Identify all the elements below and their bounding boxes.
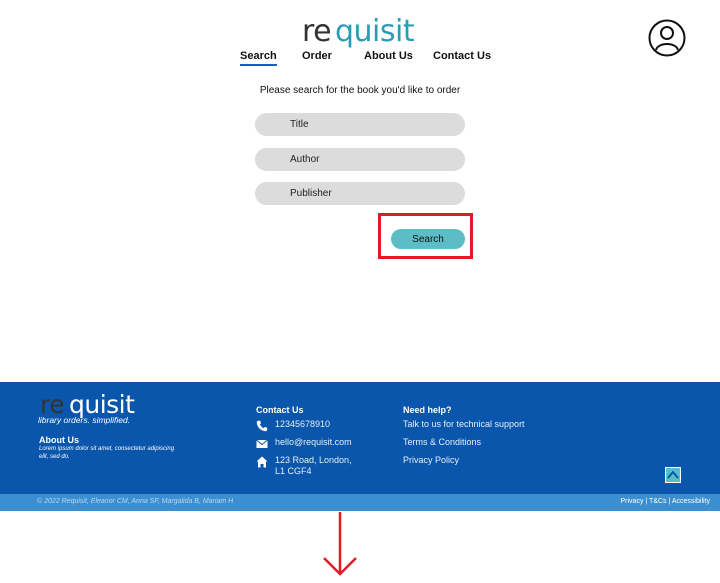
footer-contact-heading: Contact Us [256, 405, 304, 415]
logo-suffix: quisit [335, 14, 415, 49]
main-nav: Search Order About Us Contact Us [0, 50, 720, 70]
contact-phone[interactable]: 12345678910 [256, 419, 376, 432]
footer-bottom-bar: © 2022 Requisit, Eleanor CM, Anna SF, Ma… [0, 494, 720, 511]
address-line-2: L1 CGF4 [275, 466, 312, 476]
phone-icon [256, 420, 268, 432]
link-technical-support[interactable]: Talk to us for technical support [403, 419, 525, 429]
nav-about-us[interactable]: About Us [364, 50, 413, 62]
footer-tagline: library orders. simplified. [38, 415, 131, 425]
footer-help-heading: Need help? [403, 405, 452, 415]
logo-prefix: re [302, 14, 332, 49]
phone-number: 12345678910 [275, 419, 331, 429]
email-address: hello@requisit.com [275, 437, 352, 447]
legal-links: Privacy | T&Cs | Accessibility [621, 498, 711, 505]
legal-tcs-link[interactable]: T&Cs [649, 498, 667, 505]
search-prompt: Please search for the book you'd like to… [259, 85, 461, 96]
legal-privacy-link[interactable]: Privacy [621, 498, 644, 505]
requisit-logo[interactable]: re quisit [300, 12, 420, 49]
publisher-input[interactable] [255, 182, 465, 205]
link-terms-conditions[interactable]: Terms & Conditions [403, 437, 481, 447]
author-input[interactable] [255, 148, 465, 171]
scroll-down-arrow-icon [323, 512, 357, 576]
search-button[interactable]: Search [391, 229, 465, 249]
footer: re quisit library orders. simplified. Ab… [0, 382, 720, 494]
footer-logo[interactable]: re quisit [40, 390, 150, 419]
home-icon [256, 456, 268, 468]
nav-contact-us[interactable]: Contact Us [433, 50, 491, 62]
link-privacy-policy[interactable]: Privacy Policy [403, 455, 459, 465]
address-line-1: 123 Road, London, [275, 455, 352, 465]
contact-address: 123 Road, London, L1 CGF4 [256, 455, 376, 479]
copyright-text: © 2022 Requisit, Eleanor CM, Anna SF, Ma… [37, 498, 234, 505]
footer-about-text: Lorem ipsum dolor sit amet, consectetur … [39, 446, 175, 460]
nav-search[interactable]: Search [240, 50, 277, 66]
legal-accessibility-link[interactable]: Accessibility [672, 498, 710, 505]
chevron-up-icon [667, 470, 679, 479]
contact-email[interactable]: hello@requisit.com [256, 437, 376, 449]
nav-order[interactable]: Order [302, 50, 332, 62]
title-input[interactable] [255, 113, 465, 136]
footer-about-heading: About Us [39, 435, 79, 445]
email-icon [256, 439, 268, 448]
back-to-top-button[interactable] [665, 467, 681, 483]
